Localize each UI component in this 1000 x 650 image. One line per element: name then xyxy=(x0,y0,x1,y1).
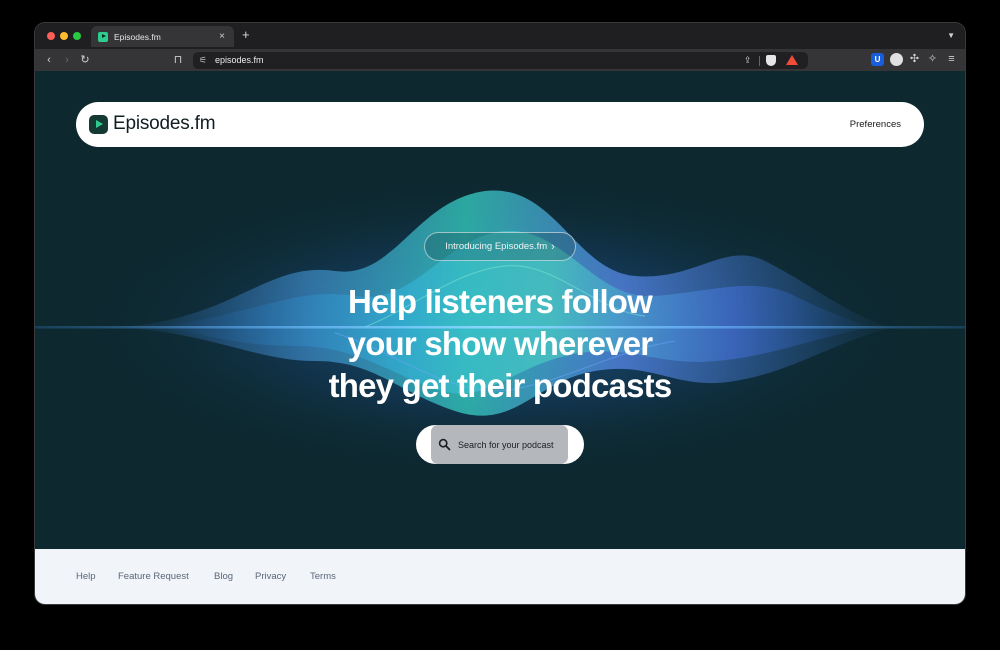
web-page: Episodes.fm Preferences Introducing Epis… xyxy=(35,71,965,604)
page-footer: Help Feature Request Blog Privacy Terms xyxy=(35,549,965,604)
zoom-window-button[interactable] xyxy=(73,32,81,40)
logo-text[interactable]: Episodes.fm xyxy=(113,112,216,136)
preferences-link[interactable]: Preferences xyxy=(850,118,901,131)
chevron-right-icon: › xyxy=(551,240,555,253)
sparkle-icon[interactable]: ✧ xyxy=(926,53,939,66)
close-window-button[interactable] xyxy=(47,32,55,40)
top-navbar: Episodes.fm Preferences xyxy=(76,102,924,147)
footer-link-feature-request[interactable]: Feature Request xyxy=(118,571,189,583)
headline-line: Help listeners follow xyxy=(347,283,653,320)
rewards-triangle-icon[interactable] xyxy=(786,55,798,65)
extensions-puzzle-icon[interactable]: ✣ xyxy=(908,53,921,66)
tab-title: Episodes.fm xyxy=(114,31,161,42)
tab-episodes[interactable]: Episodes.fm × xyxy=(91,26,234,47)
episodes-favicon-icon xyxy=(98,31,108,42)
tab-list-chevron-icon[interactable]: ▼ xyxy=(947,31,955,40)
intro-label: Introducing Episodes.fm xyxy=(445,240,548,252)
share-icon[interactable]: ⇪ xyxy=(744,53,752,68)
headline-line: they get their podcasts xyxy=(328,367,673,404)
episodes-logo-icon[interactable] xyxy=(89,115,108,134)
url-separator xyxy=(759,56,760,66)
minimize-window-button[interactable] xyxy=(60,32,68,40)
back-icon[interactable]: ‹ xyxy=(43,52,55,68)
tab-strip: Episodes.fm × + ▼ xyxy=(35,23,965,49)
hero-headline: Help listeners follow your show wherever… xyxy=(250,281,750,407)
headline-line: your show wherever xyxy=(347,325,654,362)
search-icon xyxy=(438,438,451,451)
footer-link-terms[interactable]: Terms xyxy=(310,571,336,583)
bitwarden-icon[interactable]: U xyxy=(871,53,884,66)
intro-announcement-pill[interactable]: Introducing Episodes.fm › xyxy=(424,232,576,261)
browser-toolbar: ‹ › ↻ ⊓ ⚟ episodes.fm ⇪ U ✣ ✧ ≡ xyxy=(35,49,965,71)
url-text[interactable]: episodes.fm xyxy=(215,54,264,67)
search-label: Search for your podcast xyxy=(458,440,554,450)
browser-window: Episodes.fm × + ▼ ‹ › ↻ ⊓ ⚟ episodes.fm … xyxy=(35,23,965,604)
footer-link-blog[interactable]: Blog xyxy=(214,571,233,583)
address-bar[interactable]: ⚟ episodes.fm ⇪ xyxy=(193,52,808,69)
hero-section: Episodes.fm Preferences Introducing Epis… xyxy=(35,71,965,549)
forward-icon[interactable]: › xyxy=(61,52,73,68)
podcast-search-button[interactable]: Search for your podcast xyxy=(416,425,584,464)
site-settings-icon[interactable]: ⚟ xyxy=(199,53,207,68)
globe-extension-icon[interactable] xyxy=(890,53,903,66)
shield-icon[interactable] xyxy=(766,55,776,66)
reload-icon[interactable]: ↻ xyxy=(79,52,91,68)
bookmark-icon[interactable]: ⊓ xyxy=(172,52,184,68)
menu-icon[interactable]: ≡ xyxy=(945,53,958,66)
footer-link-help[interactable]: Help xyxy=(76,571,96,583)
tab-close-icon[interactable]: × xyxy=(217,31,227,42)
footer-link-privacy[interactable]: Privacy xyxy=(255,571,286,583)
new-tab-button[interactable]: + xyxy=(242,28,250,42)
